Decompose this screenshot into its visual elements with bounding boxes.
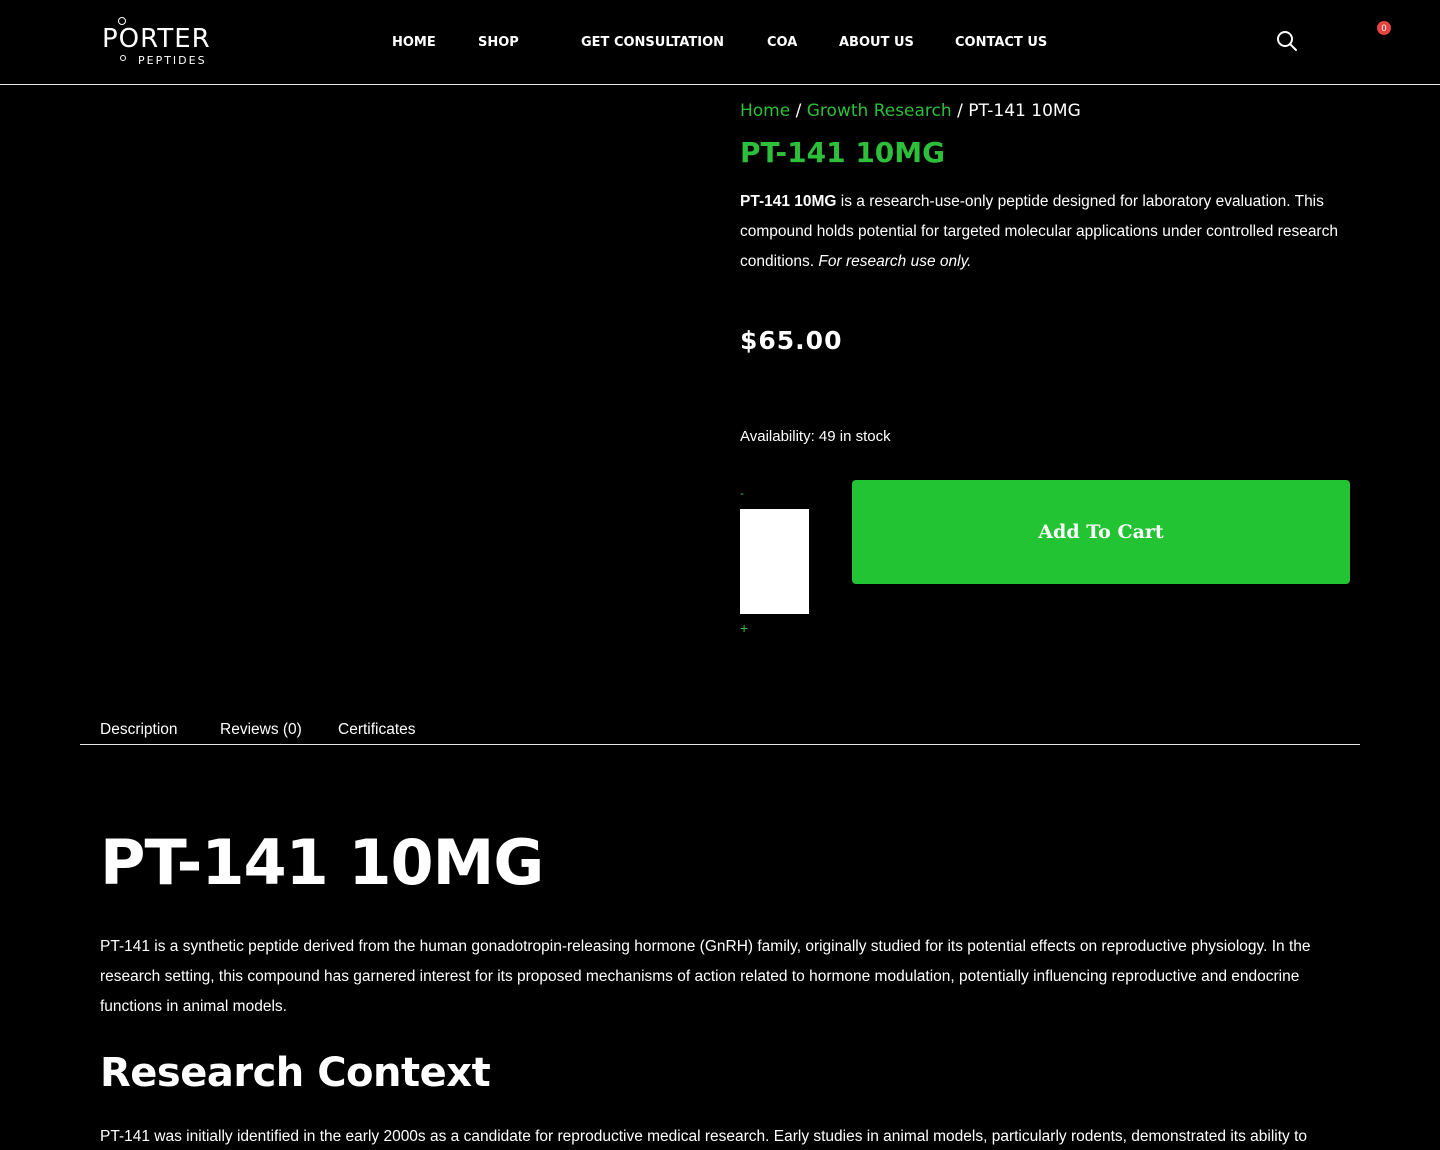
nav-shop[interactable]: SHOP [478, 35, 519, 50]
description-paragraph: PT-141 is a synthetic peptide derived fr… [100, 938, 1311, 1015]
short-description-product-name: PT-141 10MG [740, 193, 837, 210]
logo-wordmark: PORTER [102, 24, 211, 54]
product-tabs: Description Reviews (0) Certificates [80, 718, 1360, 745]
breadcrumb-separator: / [790, 101, 807, 121]
product-price: $65.00 [740, 326, 843, 355]
breadcrumb-home[interactable]: Home [740, 101, 790, 121]
nav-coa[interactable]: COA [767, 35, 797, 50]
site-logo[interactable]: PORTER PEPTIDES [100, 14, 220, 70]
tab-certificates[interactable]: Certificates [338, 721, 416, 739]
product-short-description: PT-141 10MG is a research-use-only pepti… [740, 187, 1360, 277]
site-header: PORTER PEPTIDES HOME SHOP GET CONSULTATI… [0, 0, 1440, 85]
stock-availability: Availability: 49 in stock [740, 428, 891, 445]
breadcrumb: Home / Growth Research / PT-141 10MG [740, 101, 1081, 121]
quantity-input[interactable] [740, 509, 809, 614]
short-description-disclaimer: For research use only. [818, 253, 972, 270]
cart-count-badge[interactable]: 0 [1377, 21, 1391, 35]
search-icon[interactable] [1276, 30, 1298, 52]
quantity-increase-button[interactable]: + [740, 620, 748, 636]
description-heading: PT-141 10MG [100, 826, 544, 899]
logo-ring-bottom [120, 55, 126, 61]
nav-home[interactable]: HOME [392, 35, 436, 50]
quantity-decrease-button[interactable]: - [740, 486, 744, 500]
add-to-cart-button[interactable]: Add To Cart [852, 480, 1350, 584]
nav-contact-us[interactable]: CONTACT US [955, 35, 1047, 50]
breadcrumb-category[interactable]: Growth Research [807, 101, 952, 121]
nav-about-us[interactable]: ABOUT US [839, 35, 914, 50]
tab-description[interactable]: Description [100, 721, 178, 739]
research-context-heading: Research Context [100, 1050, 491, 1096]
product-title: PT-141 10MG [740, 136, 946, 169]
research-context-paragraph: PT-141 was initially identified in the e… [100, 1128, 1308, 1145]
nav-get-consultation[interactable]: GET CONSULTATION [581, 35, 724, 50]
breadcrumb-separator: / [951, 101, 969, 121]
logo-subtitle: PEPTIDES [138, 54, 207, 67]
tab-reviews[interactable]: Reviews (0) [220, 721, 302, 739]
breadcrumb-current: PT-141 10MG [968, 101, 1081, 121]
